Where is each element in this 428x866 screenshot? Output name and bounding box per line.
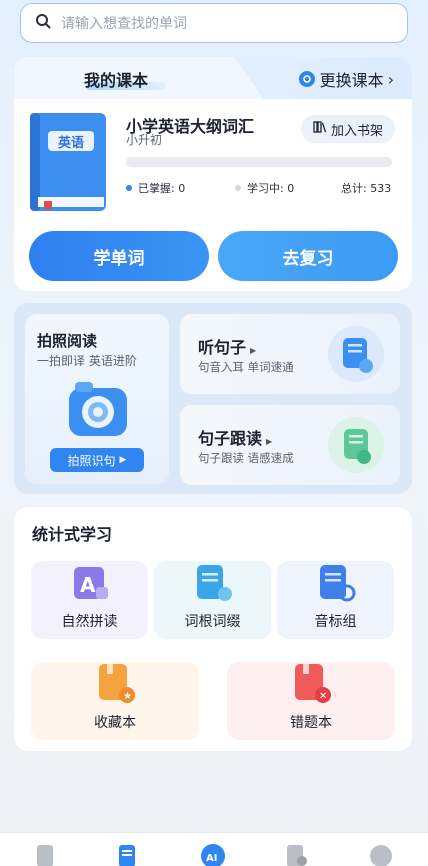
nav-checklist-icon[interactable]	[284, 843, 308, 866]
nav-profile-icon[interactable]	[369, 843, 393, 866]
tile-phonetics[interactable]: 音标组	[277, 561, 394, 639]
mistakes-book-icon: ✕	[289, 662, 333, 706]
svg-text:★: ★	[123, 691, 132, 702]
add-shelf-label: 加入书架	[330, 123, 383, 139]
change-book-label: 更换课本	[319, 71, 384, 90]
tile-mistakes[interactable]: ✕ 错题本	[227, 662, 395, 740]
follow-title: 句子跟读 ▶	[198, 429, 273, 448]
phonics-icon: A	[68, 561, 112, 605]
mastered-dot	[126, 185, 132, 191]
play-arrow-icon: ▶	[250, 346, 257, 355]
book-cover-label: 英语	[57, 136, 84, 151]
follow-read-icon	[326, 415, 386, 475]
mastery-progress-bar	[126, 157, 392, 167]
my-books-title: 我的课本	[84, 71, 149, 90]
svg-text:✕: ✕	[319, 691, 327, 702]
tile-favorites[interactable]: ★ 收藏本	[31, 662, 199, 740]
phonetic-icon	[314, 561, 358, 605]
chevron-right-icon: ›	[387, 69, 394, 89]
nav-document-icon[interactable]	[33, 843, 57, 866]
swap-icon	[298, 71, 315, 87]
svg-text:A: A	[80, 573, 96, 597]
book-level: 小升初	[126, 133, 163, 147]
svg-text:AI: AI	[206, 853, 217, 864]
tile-mistakes-label: 错题本	[290, 715, 332, 731]
word-root-icon	[191, 561, 235, 605]
nav-words-icon[interactable]	[116, 843, 140, 866]
photo-recognize-button[interactable]: 拍照识句 ▶	[50, 448, 144, 472]
feature-block: 拍照阅读 一拍即译 英语进阶 拍照识句 ▶ 听句子 ▶ 句音入耳 单词速通 句子…	[14, 303, 412, 494]
follow-subtitle: 句子跟读 语感速成	[198, 451, 294, 465]
statistical-learning-card: 统计式学习 A 自然拼读 词根词缀 音标组 ★ 收藏本 ✕ 错题本	[14, 507, 412, 751]
listen-title: 听句子 ▶	[198, 338, 257, 357]
nav-ai-icon[interactable]: AI	[200, 843, 226, 866]
bookshelf-icon	[313, 120, 327, 138]
tile-phonics-label: 自然拼读	[61, 614, 118, 630]
listen-subtitle: 句音入耳 单词速通	[198, 360, 294, 374]
tile-phonics[interactable]: A 自然拼读	[31, 561, 148, 639]
mastered-stat: 已掌握: 0	[126, 180, 185, 196]
audio-sentence-icon	[326, 324, 386, 384]
favorites-book-icon: ★	[93, 662, 137, 706]
tile-word-roots-label: 词根词缀	[184, 614, 241, 630]
bottom-navigation: AI	[0, 832, 428, 866]
total-stat: 总计: 533	[341, 180, 391, 196]
book-cover[interactable]: 英语	[30, 113, 106, 211]
play-arrow-icon: ▶	[119, 455, 127, 465]
statistical-learning-title: 统计式学习	[32, 525, 113, 544]
tile-phonetics-label: 音标组	[314, 614, 357, 630]
listen-sentence-card[interactable]: 听句子 ▶ 句音入耳 单词速通	[180, 314, 400, 394]
learning-stat: 学习中: 0	[235, 180, 294, 196]
photo-read-title: 拍照阅读	[37, 332, 98, 350]
play-arrow-icon: ▶	[266, 437, 273, 446]
search-placeholder: 请输入想查找的单词	[61, 16, 187, 32]
textbook-card: 我的课本 更换课本 › 英语 小学英语大纲词汇 小升初 加入书架 已掌握: 0 …	[14, 57, 412, 291]
mastered-count: 已掌握: 0	[138, 182, 186, 195]
photo-read-subtitle: 一拍即译 英语进阶	[37, 354, 137, 368]
follow-read-card[interactable]: 句子跟读 ▶ 句子跟读 语感速成	[180, 405, 400, 485]
review-button[interactable]: 去复习	[218, 231, 398, 281]
learning-dot	[235, 185, 241, 191]
learning-count: 学习中: 0	[247, 182, 295, 195]
tile-favorites-label: 收藏本	[94, 715, 136, 731]
add-to-shelf-button[interactable]: 加入书架	[301, 115, 395, 143]
learn-words-button[interactable]: 学单词	[29, 231, 209, 281]
search-icon	[35, 13, 51, 33]
photo-read-card[interactable]: 拍照阅读 一拍即译 英语进阶 拍照识句 ▶	[25, 314, 169, 484]
camera-icon	[65, 378, 131, 442]
total-count: 总计: 533	[341, 182, 392, 195]
tile-word-roots[interactable]: 词根词缀	[154, 561, 271, 639]
search-input[interactable]: 请输入想查找的单词	[20, 3, 408, 43]
photo-recognize-label: 拍照识句	[67, 453, 116, 468]
change-book-button[interactable]: 更换课本 ›	[298, 67, 394, 91]
